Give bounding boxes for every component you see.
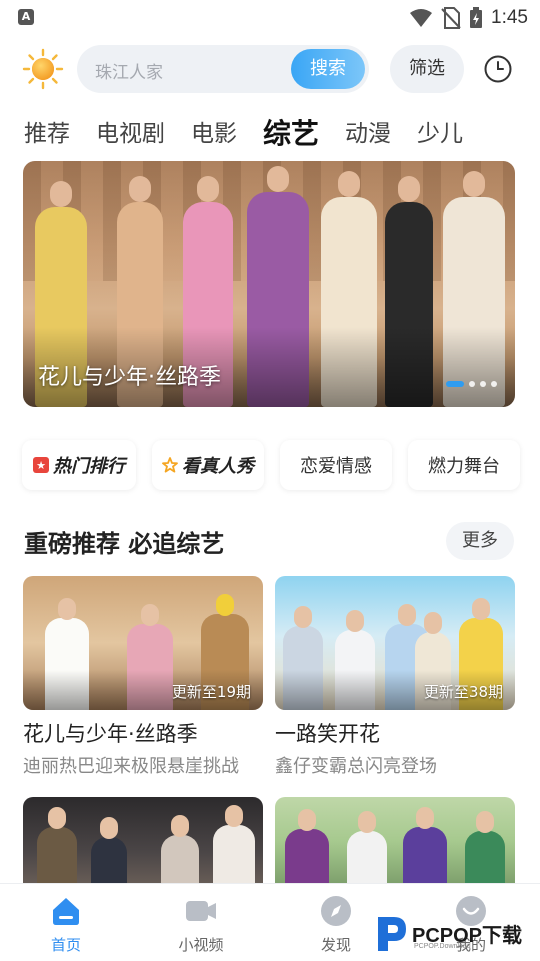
pcpop-logo-icon xyxy=(378,917,406,951)
chip-romance[interactable]: 恋爱情感 xyxy=(280,440,392,490)
show-thumbnail: 更新至38期 xyxy=(275,576,515,710)
star-icon xyxy=(162,457,178,473)
featured-banner[interactable]: 花儿与少年·丝路季 xyxy=(23,161,515,407)
pagination-dot xyxy=(480,381,486,387)
status-bar: A 1:45 xyxy=(0,0,540,36)
tab-movies[interactable]: 电影 xyxy=(191,114,237,154)
status-time: 1:45 xyxy=(491,7,528,28)
tab-kids[interactable]: 少儿 xyxy=(417,114,463,154)
show-title: 花儿与少年·丝路季 xyxy=(23,722,198,746)
clock-icon[interactable] xyxy=(483,54,513,84)
show-title: 一路笑开花 xyxy=(275,722,380,746)
tab-anime[interactable]: 动漫 xyxy=(345,114,391,154)
search-input[interactable]: 珠江人家 搜索 xyxy=(77,45,369,93)
more-button[interactable]: 更多 xyxy=(446,522,514,560)
show-subtitle: 鑫仔变霸总闪亮登场 xyxy=(275,756,437,777)
search-button[interactable]: 搜索 xyxy=(291,49,365,89)
chip-label: 热门排行 xyxy=(53,456,125,477)
compass-icon xyxy=(321,896,351,926)
watermark-subtext: PCPOP.Download xyxy=(414,943,471,950)
filter-button[interactable]: 筛选 xyxy=(390,45,464,93)
tab-variety[interactable]: 综艺 xyxy=(263,114,319,154)
chip-stage[interactable]: 燃力舞台 xyxy=(408,440,520,490)
no-sim-icon xyxy=(441,7,461,29)
section-title: 重磅推荐 必追综艺 xyxy=(24,530,225,558)
nav-short-video[interactable]: 小视频 xyxy=(161,894,241,955)
sun-icon[interactable] xyxy=(22,48,64,90)
episode-badge: 更新至19期 xyxy=(171,683,251,701)
battery-charging-icon xyxy=(470,7,483,28)
nav-label: 小视频 xyxy=(178,936,224,954)
home-icon xyxy=(53,898,79,925)
chip-hot-ranking[interactable]: ★ 热门排行 xyxy=(22,440,136,490)
chip-reality-show[interactable]: 看真人秀 xyxy=(152,440,264,490)
chip-label: 燃力舞台 xyxy=(428,456,500,477)
notification-icon: A xyxy=(18,9,34,25)
show-thumbnail: 更新至19期 xyxy=(23,576,263,710)
category-tabs: 推荐 电视剧 电影 综艺 动漫 少儿 xyxy=(24,110,489,154)
banner-title: 花儿与少年·丝路季 xyxy=(38,365,221,390)
nav-label: 发现 xyxy=(320,936,351,954)
video-icon xyxy=(186,901,216,921)
pagination-dot xyxy=(491,381,497,387)
wifi-icon xyxy=(410,9,433,27)
banner-pagination xyxy=(446,381,497,387)
episode-badge: 更新至38期 xyxy=(423,683,503,701)
nav-discover[interactable]: 发现 xyxy=(296,894,376,955)
nav-label: 首页 xyxy=(50,936,81,954)
nav-home[interactable]: 首页 xyxy=(26,894,106,955)
header: 珠江人家 搜索 筛选 xyxy=(0,42,540,96)
show-thumbnail xyxy=(275,797,515,887)
status-icons: 1:45 xyxy=(409,6,528,30)
bookmark-icon: ★ xyxy=(33,457,49,473)
tab-recommend[interactable]: 推荐 xyxy=(24,114,70,154)
quick-category-chips: ★ 热门排行 看真人秀 恋爱情感 燃力舞台 xyxy=(22,440,520,490)
tab-tv-series[interactable]: 电视剧 xyxy=(96,114,165,154)
watermark: PCPOP下载 PCPOP.Download xyxy=(374,913,538,953)
pagination-dot xyxy=(446,381,464,387)
show-subtitle: 迪丽热巴迎来极限悬崖挑战 xyxy=(23,756,239,777)
search-placeholder: 珠江人家 xyxy=(95,63,163,83)
chip-label: 看真人秀 xyxy=(182,456,254,477)
chip-label: 恋爱情感 xyxy=(300,456,372,477)
pagination-dot xyxy=(469,381,475,387)
show-thumbnail xyxy=(23,797,263,887)
